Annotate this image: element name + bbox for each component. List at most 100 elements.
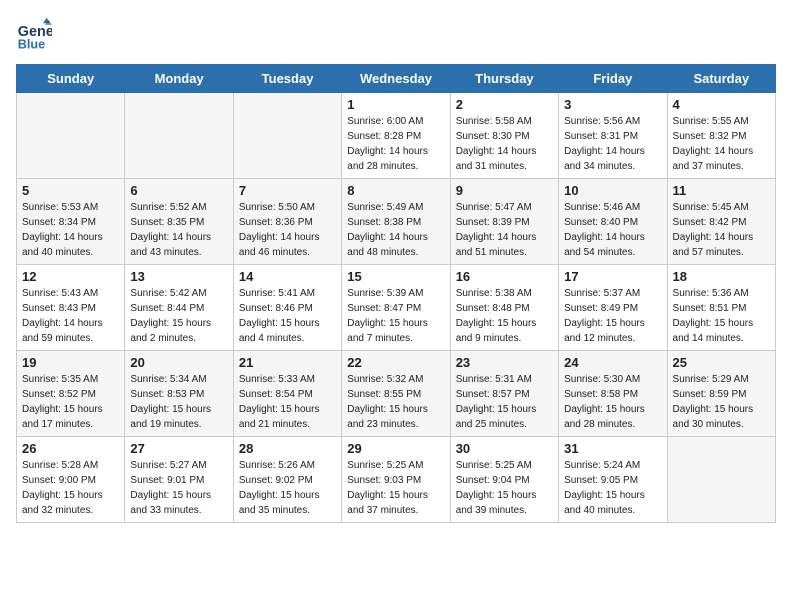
- day-number: 8: [347, 183, 444, 198]
- day-info: Sunrise: 5:55 AMSunset: 8:32 PMDaylight:…: [673, 114, 770, 174]
- day-info: Sunrise: 5:25 AMSunset: 9:03 PMDaylight:…: [347, 458, 444, 518]
- calendar-cell: 27Sunrise: 5:27 AMSunset: 9:01 PMDayligh…: [125, 437, 233, 523]
- day-info: Sunrise: 5:45 AMSunset: 8:42 PMDaylight:…: [673, 200, 770, 260]
- weekday-header-tuesday: Tuesday: [233, 65, 341, 93]
- day-info: Sunrise: 5:24 AMSunset: 9:05 PMDaylight:…: [564, 458, 661, 518]
- day-info: Sunrise: 5:32 AMSunset: 8:55 PMDaylight:…: [347, 372, 444, 432]
- logo-icon: General Blue: [16, 16, 52, 52]
- calendar-week-1: 1 Sunrise: 6:00 AMSunset: 8:28 PMDaylight…: [17, 93, 776, 179]
- day-number: 2: [456, 97, 553, 112]
- calendar-cell: 1 Sunrise: 6:00 AMSunset: 8:28 PMDaylight…: [342, 93, 450, 179]
- calendar-week-5: 26 Sunrise: 5:28 AMSunset: 9:00 PMDayligh…: [17, 437, 776, 523]
- day-info: Sunrise: 5:35 AMSunset: 8:52 PMDaylight:…: [22, 372, 119, 432]
- day-number: 4: [673, 97, 770, 112]
- day-number: 22: [347, 355, 444, 370]
- day-info: Sunrise: 5:41 AMSunset: 8:46 PMDaylight:…: [239, 286, 336, 346]
- day-number: 16: [456, 269, 553, 284]
- day-number: 10: [564, 183, 661, 198]
- day-number: 19: [22, 355, 119, 370]
- calendar-cell: 24Sunrise: 5:30 AMSunset: 8:58 PMDayligh…: [559, 351, 667, 437]
- weekday-header-thursday: Thursday: [450, 65, 558, 93]
- calendar-cell: 13Sunrise: 5:42 AMSunset: 8:44 PMDayligh…: [125, 265, 233, 351]
- calendar-cell: 25 Sunrise: 5:29 AMSunset: 8:59 PMDayligh…: [667, 351, 775, 437]
- day-info: Sunrise: 5:33 AMSunset: 8:54 PMDaylight:…: [239, 372, 336, 432]
- day-info: Sunrise: 5:37 AMSunset: 8:49 PMDaylight:…: [564, 286, 661, 346]
- day-number: 28: [239, 441, 336, 456]
- calendar-cell: 16Sunrise: 5:38 AMSunset: 8:48 PMDayligh…: [450, 265, 558, 351]
- day-info: Sunrise: 5:34 AMSunset: 8:53 PMDaylight:…: [130, 372, 227, 432]
- calendar-cell: 6 Sunrise: 5:52 AMSunset: 8:35 PMDaylight…: [125, 179, 233, 265]
- day-number: 7: [239, 183, 336, 198]
- calendar-cell: 31 Sunrise: 5:24 AMSunset: 9:05 PMDayligh…: [559, 437, 667, 523]
- day-number: 18: [673, 269, 770, 284]
- calendar-cell: 15 Sunrise: 5:39 AMSunset: 8:47 PMDayligh…: [342, 265, 450, 351]
- day-info: Sunrise: 5:39 AMSunset: 8:47 PMDaylight:…: [347, 286, 444, 346]
- calendar-week-2: 5 Sunrise: 5:53 AMSunset: 8:34 PMDaylight…: [17, 179, 776, 265]
- day-info: Sunrise: 5:49 AMSunset: 8:38 PMDaylight:…: [347, 200, 444, 260]
- day-number: 21: [239, 355, 336, 370]
- day-number: 6: [130, 183, 227, 198]
- day-number: 31: [564, 441, 661, 456]
- calendar-cell: 19 Sunrise: 5:35 AMSunset: 8:52 PMDayligh…: [17, 351, 125, 437]
- day-info: Sunrise: 5:52 AMSunset: 8:35 PMDaylight:…: [130, 200, 227, 260]
- calendar-cell: 3Sunrise: 5:56 AMSunset: 8:31 PMDaylight…: [559, 93, 667, 179]
- day-info: Sunrise: 5:31 AMSunset: 8:57 PMDaylight:…: [456, 372, 553, 432]
- calendar-cell: 28 Sunrise: 5:26 AMSunset: 9:02 PMDayligh…: [233, 437, 341, 523]
- day-number: 20: [130, 355, 227, 370]
- calendar-cell: 7 Sunrise: 5:50 AMSunset: 8:36 PMDaylight…: [233, 179, 341, 265]
- calendar-cell: 23 Sunrise: 5:31 AMSunset: 8:57 PMDayligh…: [450, 351, 558, 437]
- logo: General Blue: [16, 16, 56, 52]
- day-number: 25: [673, 355, 770, 370]
- day-info: Sunrise: 5:42 AMSunset: 8:44 PMDaylight:…: [130, 286, 227, 346]
- day-info: Sunrise: 5:36 AMSunset: 8:51 PMDaylight:…: [673, 286, 770, 346]
- calendar-week-3: 12 Sunrise: 5:43 AMSunset: 8:43 PMDayligh…: [17, 265, 776, 351]
- calendar-cell: 20 Sunrise: 5:34 AMSunset: 8:53 PMDayligh…: [125, 351, 233, 437]
- calendar-cell: 29 Sunrise: 5:25 AMSunset: 9:03 PMDayligh…: [342, 437, 450, 523]
- calendar-cell: 14 Sunrise: 5:41 AMSunset: 8:46 PMDayligh…: [233, 265, 341, 351]
- calendar-cell: 4 Sunrise: 5:55 AMSunset: 8:32 PMDaylight…: [667, 93, 775, 179]
- calendar-cell: 18 Sunrise: 5:36 AMSunset: 8:51 PMDayligh…: [667, 265, 775, 351]
- calendar-cell: 8 Sunrise: 5:49 AMSunset: 8:38 PMDaylight…: [342, 179, 450, 265]
- calendar-table: SundayMondayTuesdayWednesdayThursdayFrid…: [16, 64, 776, 523]
- day-info: Sunrise: 6:00 AMSunset: 8:28 PMDaylight:…: [347, 114, 444, 174]
- day-number: 23: [456, 355, 553, 370]
- weekday-header-sunday: Sunday: [17, 65, 125, 93]
- day-info: Sunrise: 5:50 AMSunset: 8:36 PMDaylight:…: [239, 200, 336, 260]
- weekday-header-saturday: Saturday: [667, 65, 775, 93]
- calendar-cell: 21 Sunrise: 5:33 AMSunset: 8:54 PMDayligh…: [233, 351, 341, 437]
- day-number: 26: [22, 441, 119, 456]
- day-number: 5: [22, 183, 119, 198]
- calendar-cell: 2 Sunrise: 5:58 AMSunset: 8:30 PMDaylight…: [450, 93, 558, 179]
- calendar-cell: [667, 437, 775, 523]
- day-number: 29: [347, 441, 444, 456]
- day-number: 11: [673, 183, 770, 198]
- day-info: Sunrise: 5:47 AMSunset: 8:39 PMDaylight:…: [456, 200, 553, 260]
- day-info: Sunrise: 5:30 AMSunset: 8:58 PMDaylight:…: [564, 372, 661, 432]
- calendar-cell: [17, 93, 125, 179]
- day-info: Sunrise: 5:53 AMSunset: 8:34 PMDaylight:…: [22, 200, 119, 260]
- calendar-cell: 22 Sunrise: 5:32 AMSunset: 8:55 PMDayligh…: [342, 351, 450, 437]
- calendar-cell: 11 Sunrise: 5:45 AMSunset: 8:42 PMDayligh…: [667, 179, 775, 265]
- weekday-header-monday: Monday: [125, 65, 233, 93]
- day-info: Sunrise: 5:58 AMSunset: 8:30 PMDaylight:…: [456, 114, 553, 174]
- day-number: 9: [456, 183, 553, 198]
- day-info: Sunrise: 5:43 AMSunset: 8:43 PMDaylight:…: [22, 286, 119, 346]
- calendar-cell: 12 Sunrise: 5:43 AMSunset: 8:43 PMDayligh…: [17, 265, 125, 351]
- day-number: 12: [22, 269, 119, 284]
- day-info: Sunrise: 5:28 AMSunset: 9:00 PMDaylight:…: [22, 458, 119, 518]
- day-number: 17: [564, 269, 661, 284]
- weekday-header-wednesday: Wednesday: [342, 65, 450, 93]
- day-number: 15: [347, 269, 444, 284]
- day-number: 1: [347, 97, 444, 112]
- calendar-cell: 9 Sunrise: 5:47 AMSunset: 8:39 PMDaylight…: [450, 179, 558, 265]
- calendar-cell: 26 Sunrise: 5:28 AMSunset: 9:00 PMDayligh…: [17, 437, 125, 523]
- day-info: Sunrise: 5:25 AMSunset: 9:04 PMDaylight:…: [456, 458, 553, 518]
- day-info: Sunrise: 5:56 AMSunset: 8:31 PMDaylight:…: [564, 114, 661, 174]
- day-number: 14: [239, 269, 336, 284]
- day-info: Sunrise: 5:46 AMSunset: 8:40 PMDaylight:…: [564, 200, 661, 260]
- calendar-cell: 5 Sunrise: 5:53 AMSunset: 8:34 PMDaylight…: [17, 179, 125, 265]
- day-number: 27: [130, 441, 227, 456]
- day-number: 30: [456, 441, 553, 456]
- day-info: Sunrise: 5:26 AMSunset: 9:02 PMDaylight:…: [239, 458, 336, 518]
- day-info: Sunrise: 5:29 AMSunset: 8:59 PMDaylight:…: [673, 372, 770, 432]
